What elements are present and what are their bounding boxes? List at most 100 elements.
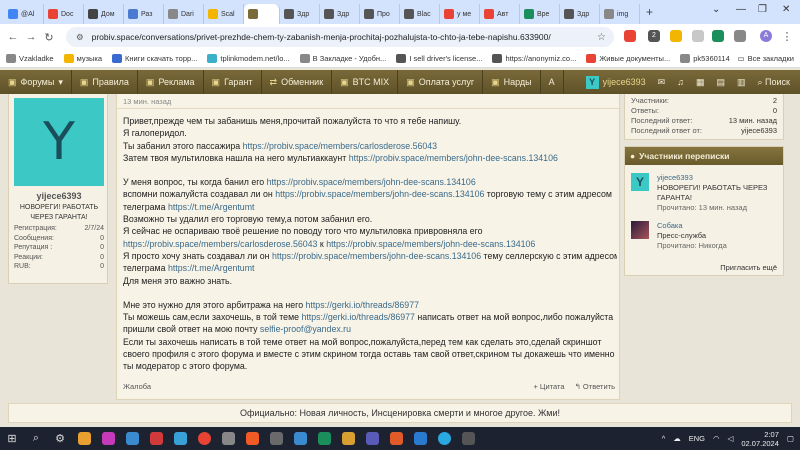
message-link[interactable]: https://gerki.io/threads/86977 [306, 300, 419, 310]
forum-nav-item[interactable]: ▣ BTC MIX [332, 70, 399, 94]
message-link[interactable]: https://t.me/Argentumt [168, 202, 255, 212]
message-link[interactable]: selfie-proof@yandex.ru [260, 324, 351, 334]
app-icon[interactable] [384, 427, 408, 450]
new-tab-button[interactable]: + [646, 5, 653, 19]
message-link[interactable]: https://t.me/Argentumt [168, 263, 255, 273]
profile-avatar[interactable]: A [760, 30, 772, 42]
volume-icon[interactable]: ◁ [728, 434, 734, 443]
app-icon[interactable] [456, 427, 480, 450]
bookmark-item[interactable]: tplinkmodem.net/lo... [207, 54, 290, 63]
stats-icon[interactable]: ▤ [716, 77, 725, 88]
browser-menu-icon[interactable]: ⋮ [778, 30, 796, 43]
forum-search-link[interactable]: ⌕ Поиск [757, 77, 790, 88]
browser-tab[interactable]: Doc [44, 4, 84, 24]
browser-tab[interactable]: у ме [440, 4, 480, 24]
settings-icon[interactable]: ⚙ [48, 427, 72, 450]
app-icon[interactable] [96, 427, 120, 450]
maximize-icon[interactable]: ❐ [758, 4, 767, 15]
reply-button[interactable]: ↰ Ответить [575, 382, 615, 391]
browser-tab[interactable]: img [600, 4, 640, 24]
envelope-icon[interactable]: ✉ [658, 77, 666, 88]
app-icon[interactable] [216, 427, 240, 450]
forum-nav-item[interactable]: А [541, 70, 564, 94]
app-icon[interactable] [264, 427, 288, 450]
site-info-icon[interactable]: ⚙ [76, 32, 84, 43]
clock[interactable]: 2:07 02.07.2024 [741, 430, 779, 448]
browser-tab[interactable]: Авт [480, 4, 520, 24]
message-link[interactable]: https://probiv.space/members/john-dee-sc… [349, 153, 558, 163]
message-link[interactable]: https://probiv.space/members/carlosderos… [243, 141, 437, 151]
user-name[interactable]: yijece6393 [9, 191, 109, 201]
network-icon[interactable]: ◠ [713, 434, 720, 443]
user-avatar[interactable]: Y [14, 98, 104, 186]
forum-nav-item[interactable]: ▣ Гарант [204, 70, 262, 94]
bookmark-item[interactable]: https://anonymiz.co... [492, 54, 576, 63]
extensions-puzzle-icon[interactable] [734, 30, 746, 42]
extension-badge-icon[interactable]: 2 [648, 30, 660, 42]
url-field[interactable]: ⚙ probiv.space/conversations/privet-prez… [66, 27, 614, 47]
browser-tab[interactable]: Здр [320, 4, 360, 24]
message-link[interactable]: https://probiv.space/members/john-dee-sc… [275, 189, 484, 199]
browser-tab[interactable]: Про [360, 4, 400, 24]
browser-tab[interactable]: Здр [280, 4, 320, 24]
forum-nav-item[interactable]: ▣ Форумы ▾ [0, 70, 72, 94]
bookmark-icon[interactable]: ▦ [696, 77, 705, 88]
back-icon[interactable]: ← [4, 31, 22, 43]
browser-tab[interactable]: Scal [204, 4, 244, 24]
cloud-icon[interactable]: ☁ [673, 434, 681, 443]
bell-icon[interactable]: ♫ [677, 77, 684, 87]
forward-icon[interactable]: → [22, 31, 40, 43]
message-link[interactable]: https://probiv.space/members/carlosderos… [123, 239, 317, 249]
app-icon[interactable] [336, 427, 360, 450]
extension-shield-icon[interactable] [712, 30, 724, 42]
message-link[interactable]: https://probiv.space/members/john-dee-sc… [326, 239, 535, 249]
browser-tab[interactable]: Dari [164, 4, 204, 24]
bookmark-item[interactable]: Живые документы... [586, 54, 670, 63]
extension-mail-icon[interactable] [624, 30, 636, 42]
bookmark-item[interactable]: I sell driver's license... [396, 54, 482, 63]
app-icon[interactable] [144, 427, 168, 450]
bookmark-star-icon[interactable]: ☆ [597, 32, 606, 43]
bookmark-item[interactable]: музыка [63, 54, 102, 63]
app-icon[interactable] [120, 427, 144, 450]
minimize-icon[interactable]: — [736, 4, 746, 15]
extension-icon[interactable] [670, 30, 682, 42]
invite-more-link[interactable]: Пригласить ещё [720, 263, 777, 272]
message-link[interactable]: https://gerki.io/threads/86977 [301, 312, 414, 322]
app-icon[interactable] [312, 427, 336, 450]
app-icon[interactable] [288, 427, 312, 450]
app-icon[interactable] [360, 427, 384, 450]
forum-nav-item[interactable]: ▣ Оплата услуг [398, 70, 484, 94]
message-link[interactable]: https://probiv.space/members/john-dee-sc… [272, 251, 481, 261]
windows-start-icon[interactable]: ⊞ [0, 427, 24, 450]
browser-tab[interactable]: Здр [560, 4, 600, 24]
bookmark-item[interactable]: В Закладке - Удобн... [299, 54, 386, 63]
browser-tab[interactable]: @Al [4, 4, 44, 24]
wallet-icon[interactable]: ▥ [737, 77, 746, 88]
app-icon[interactable] [72, 427, 96, 450]
notice-banner[interactable]: Официально: Новая личность, Инсценировка… [8, 403, 792, 423]
telegram-icon[interactable] [432, 427, 456, 450]
app-icon[interactable] [408, 427, 432, 450]
browser-tab-active[interactable] [244, 4, 280, 24]
search-icon[interactable]: ⌕ [24, 427, 48, 450]
bookmark-item[interactable]: Книги скачать торр... [112, 54, 197, 63]
forum-nav-item[interactable]: ▣ Реклама [138, 70, 204, 94]
quote-button[interactable]: + Цитата [533, 382, 564, 391]
browser-tab[interactable]: Дом [84, 4, 124, 24]
chrome-icon[interactable] [192, 427, 216, 450]
report-link[interactable]: Жалоба [123, 382, 151, 391]
browser-tab[interactable]: Вре [520, 4, 560, 24]
nav-user-chip[interactable]: Y yijece6393 [585, 75, 646, 89]
tray-chevron-icon[interactable]: ^ [662, 434, 666, 443]
reload-icon[interactable]: ↻ [40, 31, 58, 44]
close-window-icon[interactable]: ✕ [782, 4, 790, 15]
forum-nav-item[interactable]: ▣ Нарды [483, 70, 541, 94]
app-icon[interactable] [168, 427, 192, 450]
browser-tab[interactable]: Blac [400, 4, 440, 24]
bookmark-item[interactable]: Vzakladke [6, 54, 54, 63]
participant-name[interactable]: yijece6393 [657, 173, 781, 183]
message-time[interactable]: 13 мин. назад [123, 97, 171, 106]
forum-nav-item[interactable]: ⇄ Обменник [262, 70, 333, 94]
participant-avatar[interactable]: Y [631, 173, 649, 191]
